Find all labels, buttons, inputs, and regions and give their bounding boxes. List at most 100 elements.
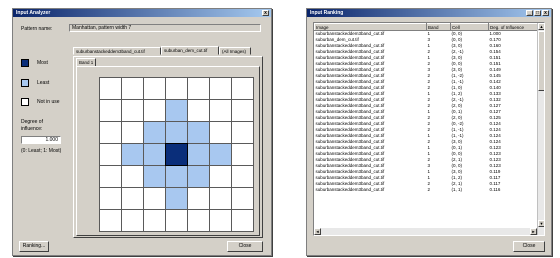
ranking-button[interactable]: Ranking... [19, 241, 49, 252]
maximize-icon[interactable]: □ [534, 10, 541, 16]
degree-label-line-1: Degree of [21, 119, 43, 125]
grid-cell[interactable] [210, 188, 231, 209]
grid-cell[interactable] [100, 78, 121, 99]
input-ranking-window: Input Ranking _ □ x Image Band Cell Deg.… [306, 8, 552, 256]
degree-field[interactable]: 1.000 [21, 136, 61, 144]
grid-cell[interactable] [100, 166, 121, 187]
scroll-left-icon[interactable]: ◄ [314, 228, 321, 235]
column-header-band[interactable]: Band [426, 23, 451, 31]
grid-cell[interactable] [188, 210, 209, 231]
ranking-close-button[interactable]: Close [513, 241, 545, 252]
grid-cell[interactable] [100, 122, 121, 143]
grid-cell[interactable] [122, 78, 143, 99]
grid-cell[interactable] [188, 144, 209, 165]
ranking-header-row: Image Band Cell Deg. of Influence [314, 23, 539, 31]
analyzer-titlebar: Input Analyzer x [13, 9, 271, 17]
analyzer-close-button[interactable]: Close [227, 241, 263, 252]
minimize-icon[interactable]: _ [526, 10, 533, 16]
grid-cell[interactable] [144, 210, 165, 231]
grid-cell[interactable] [122, 188, 143, 209]
grid-cell[interactable] [232, 210, 253, 231]
grid-cell[interactable] [188, 188, 209, 209]
cell-influence: 0.116 [489, 187, 501, 192]
grid-cell[interactable] [165, 143, 188, 166]
grid-cell[interactable] [144, 78, 165, 99]
ranking-titlebar: Input Ranking _ □ x [307, 9, 551, 17]
legend-least-swatch [21, 79, 29, 87]
pattern-name-field[interactable]: Manhattan, pattern width 7 [69, 24, 261, 32]
tab-suburbanstacked[interactable]: suburbanstackeddem3band_cut.tif [73, 47, 161, 55]
grid-cell[interactable] [188, 166, 209, 187]
grid-cell[interactable] [166, 78, 187, 99]
legend-not-in-use-label: Not in use [37, 99, 60, 105]
ranking-title: Input Ranking [310, 10, 344, 16]
grid-cell[interactable] [232, 166, 253, 187]
horizontal-scrollbar[interactable]: ◄ ► [314, 228, 537, 235]
cell-cell: (1, 1) [451, 187, 463, 192]
grid-cell[interactable] [100, 144, 121, 165]
ranking-list[interactable]: Image Band Cell Deg. of Influence suburb… [313, 22, 545, 236]
grid-cell[interactable] [144, 122, 165, 143]
grid-cell[interactable] [232, 144, 253, 165]
legend-most-swatch [21, 59, 29, 67]
grid-cell[interactable] [166, 188, 187, 209]
legend-not-in-use-swatch [21, 98, 29, 106]
grid-cell[interactable] [210, 78, 231, 99]
legend-least-label: Least [37, 80, 50, 86]
grid-cell[interactable] [188, 100, 209, 121]
grid-cell[interactable] [100, 210, 121, 231]
grid-cell[interactable] [232, 78, 253, 99]
pattern-name-label: Pattern name: [21, 26, 53, 32]
degree-range-hint: (0: Least; 1: Most) [21, 148, 62, 154]
scroll-up-icon[interactable]: ▲ [538, 23, 544, 30]
column-header-influence[interactable]: Deg. of Influence [488, 23, 539, 31]
grid-cell[interactable] [210, 100, 231, 121]
degree-label-line-2: influence: [21, 126, 43, 132]
input-analyzer-window: Input Analyzer x Pattern name: Manhattan… [12, 8, 272, 256]
degree-value: 1.000 [45, 137, 58, 143]
grid-cell[interactable] [166, 100, 187, 121]
column-header-cell[interactable]: Cell [450, 23, 489, 31]
grid-cell[interactable] [122, 122, 143, 143]
grid-cell[interactable] [188, 78, 209, 99]
vertical-scrollbar[interactable]: ▲ ▼ [537, 23, 544, 235]
grid-cell[interactable] [210, 210, 231, 231]
cell-band: 2 [427, 187, 431, 192]
grid-cell[interactable] [144, 100, 165, 121]
ranking-table: Image Band Cell Deg. of Influence suburb… [314, 23, 539, 193]
analyzer-title: Input Analyzer [16, 10, 51, 16]
grid-cell[interactable] [166, 122, 187, 143]
grid-cell[interactable] [144, 166, 165, 187]
grid-cell[interactable] [166, 166, 187, 187]
table-row[interactable]: suburbanstackeddem3band_cut.tif 2 (1, 1) 0.… [315, 187, 539, 193]
scroll-down-icon[interactable]: ▼ [538, 220, 544, 227]
grid-cell[interactable] [122, 144, 143, 165]
grid-cell[interactable] [232, 122, 253, 143]
close-icon[interactable]: x [262, 10, 269, 16]
scroll-right-icon[interactable]: ► [530, 228, 537, 235]
grid-cell[interactable] [100, 100, 121, 121]
grid-cell[interactable] [188, 122, 209, 143]
pattern-name-value: Manhattan, pattern width 7 [72, 25, 132, 31]
tab-suburban-dem[interactable]: suburban_dem_cut.tif [161, 46, 219, 55]
grid-cell[interactable] [166, 210, 187, 231]
grid-cell[interactable] [144, 144, 165, 165]
pattern-grid [99, 77, 254, 232]
grid-cell[interactable] [122, 210, 143, 231]
grid-cell[interactable] [122, 166, 143, 187]
tab-all-images[interactable]: (All Images) [219, 47, 251, 55]
cell-image: suburbanstackeddem3band_cut.tif [315, 187, 385, 192]
grid-cell[interactable] [232, 188, 253, 209]
grid-cell[interactable] [210, 122, 231, 143]
grid-cell[interactable] [144, 188, 165, 209]
grid-cell[interactable] [100, 188, 121, 209]
legend-most-label: Most [37, 60, 48, 66]
image-tabs: suburbanstackeddem3band_cut.tif suburban… [73, 46, 265, 56]
grid-cell[interactable] [232, 100, 253, 121]
grid-cell[interactable] [122, 100, 143, 121]
close-icon[interactable]: x [542, 10, 549, 16]
column-header-image[interactable]: Image [314, 23, 427, 31]
grid-cell[interactable] [210, 144, 231, 165]
scroll-thumb[interactable] [538, 31, 544, 91]
grid-cell[interactable] [210, 166, 231, 187]
